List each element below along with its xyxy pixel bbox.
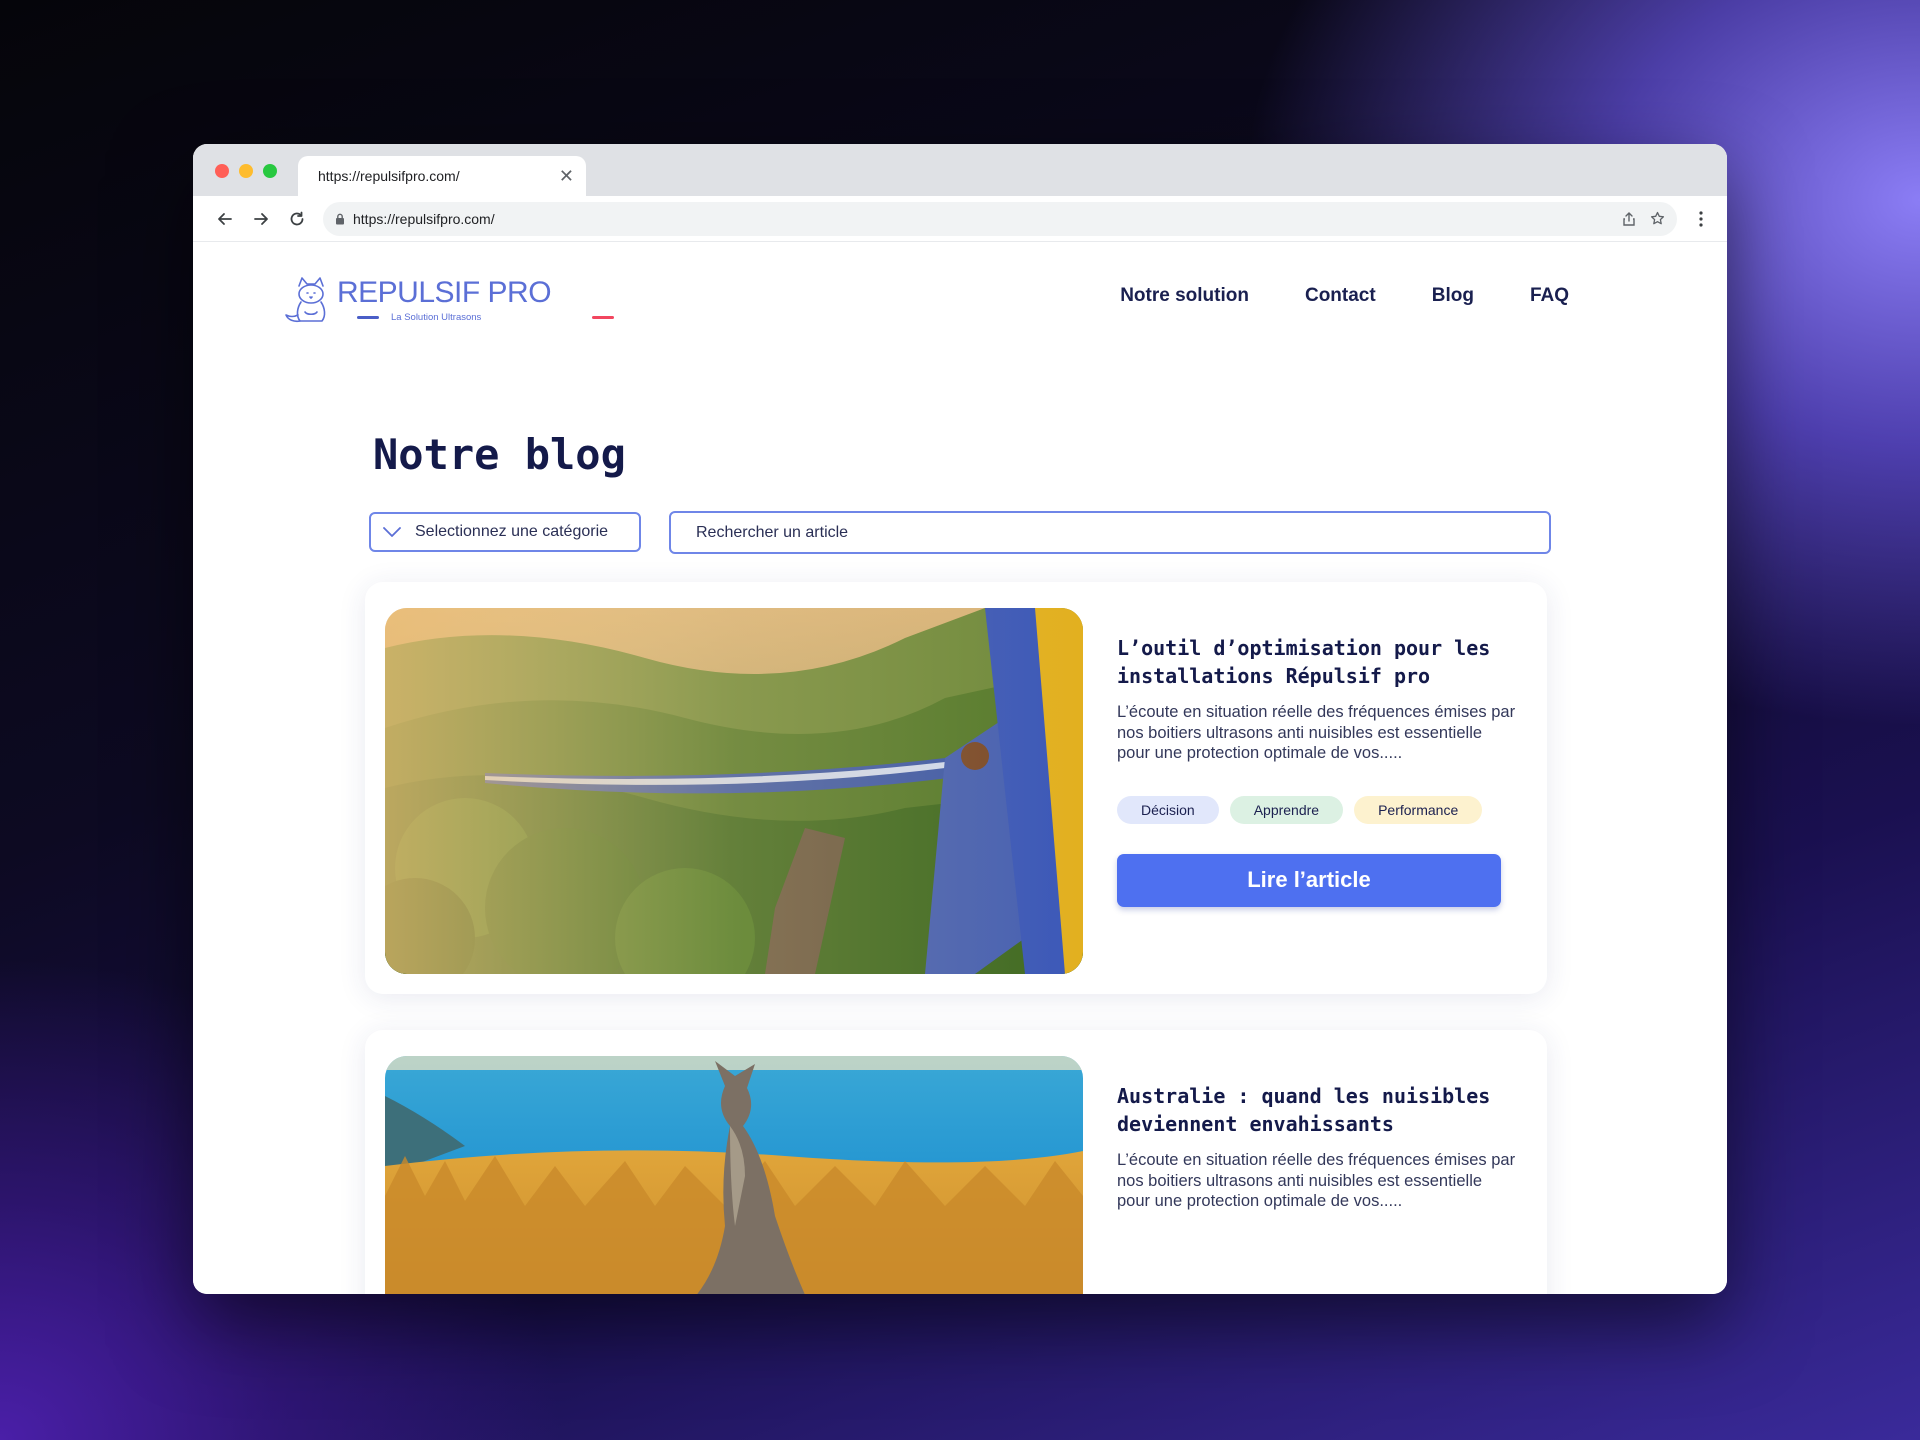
tab-strip: https://repulsifpro.com/ ✕ (193, 144, 1727, 196)
site-header: REPULSIF PRO La Solution Ultrasons Notre… (193, 242, 1727, 352)
nav-contact[interactable]: Contact (1305, 285, 1376, 307)
address-bar[interactable]: https://repulsifpro.com/ (323, 201, 1677, 236)
tab-title: https://repulsifpro.com/ (318, 168, 460, 184)
article-tags: Décision Apprendre Performance (1117, 795, 1517, 824)
page-title: Notre blog (373, 430, 626, 479)
browser-toolbar: https://repulsifpro.com/ (193, 196, 1727, 242)
browser-tab[interactable]: https://repulsifpro.com/ ✕ (298, 156, 586, 196)
nav-blog[interactable]: Blog (1432, 285, 1474, 307)
bookmark-star-icon[interactable] (1650, 211, 1665, 226)
logo-text: REPULSIF PRO (337, 276, 552, 309)
article-title[interactable]: Australie : quand les nuisibles devienne… (1117, 1082, 1517, 1138)
chevron-down-icon (383, 527, 401, 537)
article-excerpt: L’écoute en situation réelle des fréquen… (1117, 1151, 1516, 1210)
article-body: Australie : quand les nuisibles devienne… (1117, 1082, 1517, 1212)
window-controls (215, 164, 277, 178)
browser-menu-icon[interactable] (1689, 210, 1713, 227)
train-mountain-photo[interactable] (385, 608, 1083, 974)
share-icon[interactable] (1622, 211, 1636, 226)
tag-decision[interactable]: Décision (1117, 795, 1219, 824)
tag-apprendre[interactable]: Apprendre (1229, 795, 1344, 824)
kangaroo-photo[interactable] (385, 1056, 1083, 1294)
close-tab-icon[interactable]: ✕ (559, 167, 574, 185)
article-card: Australie : quand les nuisibles devienne… (365, 1030, 1547, 1294)
main-nav: Notre solution Contact Blog FAQ (1120, 285, 1569, 307)
web-page: REPULSIF PRO La Solution Ultrasons Notre… (193, 242, 1727, 1294)
article-excerpt: L’écoute en situation réelle des fréquen… (1117, 703, 1516, 762)
maximize-window-button[interactable] (263, 164, 277, 178)
minimize-window-button[interactable] (239, 164, 253, 178)
logo-underline-blue (357, 316, 379, 319)
logo-tagline: La Solution Ultrasons (391, 312, 482, 323)
article-body: L’outil d’optimisation pour les installa… (1117, 634, 1517, 907)
browser-window: https://repulsifpro.com/ ✕ https://repul… (193, 144, 1727, 1294)
category-select[interactable]: Selectionnez une catégorie (369, 512, 641, 552)
read-article-button[interactable]: Lire l’article (1117, 853, 1501, 907)
reload-icon (290, 211, 304, 225)
article-title[interactable]: L’outil d’optimisation pour les installa… (1117, 634, 1517, 690)
category-select-label: Selectionnez une catégorie (415, 523, 609, 540)
tag-performance[interactable]: Performance (1354, 795, 1483, 824)
logo-underline-red (592, 316, 614, 319)
arrow-right-icon (254, 212, 268, 225)
nav-faq[interactable]: FAQ (1530, 285, 1569, 307)
url-text: https://repulsifpro.com/ (353, 210, 495, 227)
search-input[interactable] (669, 511, 1551, 554)
nav-notre-solution[interactable]: Notre solution (1120, 285, 1249, 307)
back-button[interactable] (207, 203, 243, 235)
cat-logo-icon (285, 277, 326, 323)
lock-icon (335, 213, 345, 225)
close-window-button[interactable] (215, 164, 229, 178)
site-logo[interactable]: REPULSIF PRO La Solution Ultrasons (281, 272, 614, 328)
arrow-left-icon (218, 212, 232, 225)
article-card: L’outil d’optimisation pour les installa… (365, 582, 1547, 994)
reload-button[interactable] (279, 203, 315, 235)
forward-button[interactable] (243, 203, 279, 235)
